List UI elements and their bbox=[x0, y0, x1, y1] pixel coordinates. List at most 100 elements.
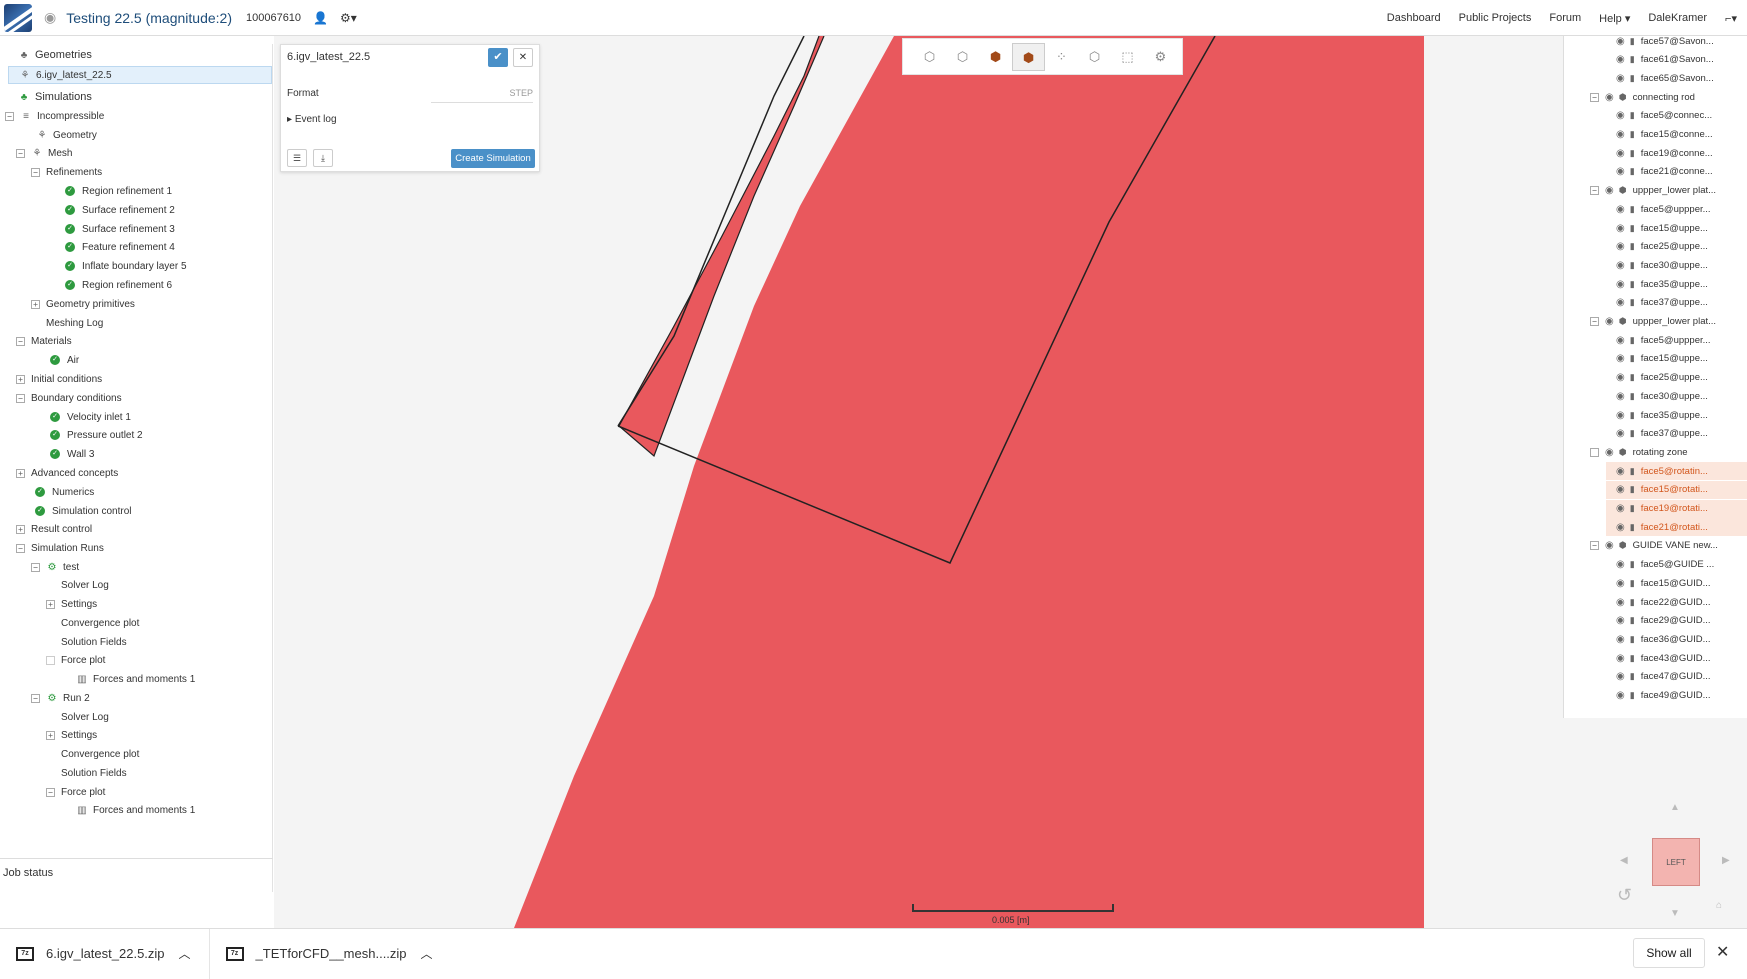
view-cube-outline-icon[interactable]: ⬡ bbox=[946, 43, 979, 71]
visibility-eye-icon[interactable]: ◉ bbox=[1605, 540, 1614, 551]
collapse-toggle-icon[interactable]: − bbox=[1590, 317, 1599, 326]
user-avatar-icon[interactable]: ⌐▾ bbox=[1725, 12, 1737, 25]
tree-item-initial-conditions[interactable]: + Initial conditions bbox=[16, 370, 102, 388]
toggle-icon[interactable] bbox=[46, 655, 55, 665]
face-row[interactable]: ◉ ▮ face22@GUID... bbox=[1616, 593, 1711, 611]
visibility-eye-icon[interactable]: ◉ bbox=[1616, 73, 1625, 84]
tree-item-convergence-plot[interactable]: Convergence plot bbox=[61, 614, 139, 632]
nav-up-arrow-icon[interactable]: ▲ bbox=[1670, 802, 1680, 813]
tree-item-mesh[interactable]: − ⚘ Mesh bbox=[16, 144, 72, 162]
tree-item-solution-fields[interactable]: Solution Fields bbox=[61, 764, 127, 782]
rotate-icon[interactable]: ↺ bbox=[1617, 885, 1632, 906]
nav-help[interactable]: Help ▾ bbox=[1599, 12, 1630, 25]
face-row[interactable]: ◉ ▮ face5@GUIDE ... bbox=[1616, 556, 1714, 574]
face-row[interactable]: ◉ ▮ face30@uppe... bbox=[1616, 387, 1708, 405]
face-row[interactable]: ◉ ▮ face29@GUID... bbox=[1616, 612, 1711, 630]
nav-left-arrow-icon[interactable]: ◀ bbox=[1620, 855, 1628, 866]
face-row[interactable]: ◉ ▮ face19@conne... bbox=[1616, 144, 1713, 162]
face-group-row[interactable]: − ◉ ⬢ uppper_lower plat... bbox=[1590, 182, 1716, 200]
tree-item-surface-refinement-3[interactable]: ✓ Surface refinement 3 bbox=[65, 220, 175, 238]
tree-item-numerics[interactable]: ✓ Numerics bbox=[35, 483, 94, 501]
tree-item-solver-log[interactable]: Solver Log bbox=[61, 576, 109, 594]
face-row[interactable]: ◉ ▮ face47@GUID... bbox=[1616, 668, 1711, 686]
tree-item-surface-refinement-2[interactable]: ✓ Surface refinement 2 bbox=[65, 201, 175, 219]
chevron-up-icon[interactable]: ︿ bbox=[421, 945, 433, 962]
tree-item-solution-fields[interactable]: Solution Fields bbox=[61, 633, 127, 651]
visibility-eye-icon[interactable]: ◉ bbox=[1616, 522, 1625, 533]
tree-item-simulation-control[interactable]: ✓ Simulation control bbox=[35, 502, 131, 520]
tree-item-settings[interactable]: + Settings bbox=[46, 595, 97, 613]
tree-item-incompressible[interactable]: − ≡ Incompressible bbox=[5, 107, 104, 125]
face-group-row[interactable]: − ◉ ⬢ connecting rod bbox=[1590, 88, 1695, 106]
visibility-eye-icon[interactable]: ◉ bbox=[1616, 615, 1625, 626]
tree-item-inflate-boundary-layer-5[interactable]: ✓ Inflate boundary layer 5 bbox=[65, 257, 187, 275]
visibility-eye-icon[interactable]: ◉ bbox=[1616, 503, 1625, 514]
download-item[interactable]: 7z 6.igv_latest_22.5.zip ︿ bbox=[0, 928, 210, 979]
face-row[interactable]: ◉ ▮ face5@rotatin... bbox=[1606, 462, 1747, 481]
face-row[interactable]: ◉ ▮ face5@connec... bbox=[1616, 107, 1712, 125]
tree-item-materials[interactable]: − Materials bbox=[16, 332, 72, 350]
visibility-eye-icon[interactable]: ◉ bbox=[1616, 578, 1625, 589]
nav-forum[interactable]: Forum bbox=[1549, 12, 1581, 24]
expand-toggle-icon[interactable]: + bbox=[46, 730, 55, 740]
tree-item-convergence-plot[interactable]: Convergence plot bbox=[61, 745, 139, 763]
face-row[interactable]: ◉ ▮ face49@GUID... bbox=[1616, 687, 1711, 705]
settings-gear-icon[interactable]: ⚙▾ bbox=[340, 11, 357, 25]
tree-item-force-plot[interactable]: Force plot bbox=[46, 651, 105, 669]
visibility-eye-icon[interactable]: ◉ bbox=[1616, 148, 1625, 159]
visibility-eye-icon[interactable]: ◉ bbox=[1616, 690, 1625, 701]
tree-item-region-refinement-1[interactable]: ✓ Region refinement 1 bbox=[65, 182, 172, 200]
face-row[interactable]: ◉ ▮ face25@uppe... bbox=[1616, 238, 1708, 256]
face-row[interactable]: ◉ ▮ face15@uppe... bbox=[1616, 350, 1708, 368]
nav-user[interactable]: DaleKramer bbox=[1648, 12, 1707, 24]
expand-toggle-icon[interactable]: + bbox=[31, 299, 40, 309]
visibility-eye-icon[interactable]: ◉ bbox=[1616, 54, 1625, 65]
expand-toggle-icon[interactable]: + bbox=[16, 524, 25, 534]
expand-toggle-icon[interactable]: + bbox=[16, 374, 25, 384]
visibility-eye-icon[interactable]: ◉ bbox=[1616, 353, 1625, 364]
confirm-check-button[interactable]: ✔ bbox=[488, 48, 508, 67]
visibility-eye-icon[interactable]: ◉ bbox=[1616, 297, 1625, 308]
box-select-icon[interactable]: ⬚ bbox=[1111, 43, 1144, 71]
nav-down-arrow-icon[interactable]: ▼ bbox=[1670, 908, 1680, 919]
visibility-eye-icon[interactable]: ◉ bbox=[1616, 410, 1625, 421]
visibility-eye-icon[interactable]: ◉ bbox=[1616, 372, 1625, 383]
visibility-eye-icon[interactable]: ◉ bbox=[1616, 559, 1625, 570]
home-icon[interactable]: ⌂ bbox=[1716, 900, 1722, 911]
nav-right-arrow-icon[interactable]: ▶ bbox=[1722, 855, 1730, 866]
navigation-cube[interactable]: LEFT bbox=[1652, 838, 1700, 886]
tree-geometry-item[interactable]: ⚘ 6.igv_latest_22.5 bbox=[8, 66, 272, 84]
face-row[interactable]: ◉ ▮ face30@uppe... bbox=[1616, 256, 1708, 274]
tree-item-geometry[interactable]: ⚘ Geometry bbox=[36, 126, 97, 144]
visibility-eye-icon[interactable]: ◉ bbox=[1616, 484, 1625, 495]
visibility-eye-icon[interactable]: ◉ bbox=[1616, 671, 1625, 682]
geometry-body[interactable] bbox=[514, 36, 1424, 928]
face-row[interactable]: ◉ ▮ face5@uppper... bbox=[1616, 331, 1711, 349]
tree-item-air[interactable]: ✓ Air bbox=[50, 351, 79, 369]
solid-edges-view-icon[interactable]: ⬢ bbox=[1012, 42, 1045, 71]
face-row[interactable]: ◉ ▮ face15@conne... bbox=[1616, 126, 1713, 144]
visibility-eye-icon[interactable]: ◉ bbox=[1616, 129, 1625, 140]
visibility-eye-icon[interactable]: ◉ bbox=[1616, 428, 1625, 439]
nav-public-projects[interactable]: Public Projects bbox=[1459, 12, 1532, 24]
collapse-toggle-icon[interactable]: − bbox=[1590, 186, 1599, 196]
face-group-row[interactable]: − ◉ ⬢ uppper_lower plat... bbox=[1590, 313, 1716, 331]
tree-item-geometry-primitives[interactable]: + Geometry primitives bbox=[31, 295, 135, 313]
face-row[interactable]: ◉ ▮ face21@rotati... bbox=[1606, 518, 1747, 537]
visibility-eye-icon[interactable]: ◉ bbox=[1616, 391, 1625, 402]
download-item[interactable]: 7z _TETforCFD__mesh....zip ︿ bbox=[210, 929, 451, 979]
close-icon[interactable]: ✕ bbox=[1716, 942, 1729, 962]
collapse-toggle-icon[interactable]: − bbox=[1590, 541, 1599, 551]
expand-toggle-icon[interactable]: + bbox=[46, 599, 55, 609]
tree-simulations[interactable]: ♣ Simulations bbox=[18, 88, 92, 106]
collapse-toggle-icon[interactable]: − bbox=[16, 336, 25, 346]
tree-item-force-plot[interactable]: − Force plot bbox=[46, 783, 105, 801]
download-icon[interactable]: ⤓ bbox=[313, 149, 333, 167]
face-row[interactable]: ◉ ▮ face37@uppe... bbox=[1616, 294, 1708, 312]
settings-icon[interactable]: ⚙ bbox=[1144, 43, 1177, 71]
tree-item-forces-and-moments[interactable]: ▥ Forces and moments 1 bbox=[76, 801, 195, 819]
transparent-view-icon[interactable]: ⬡ bbox=[1078, 43, 1111, 71]
face-row[interactable]: ◉ ▮ face37@uppe... bbox=[1616, 425, 1708, 443]
tree-geometries[interactable]: ♣ Geometries bbox=[18, 46, 92, 64]
show-all-button[interactable]: Show all bbox=[1633, 938, 1705, 968]
